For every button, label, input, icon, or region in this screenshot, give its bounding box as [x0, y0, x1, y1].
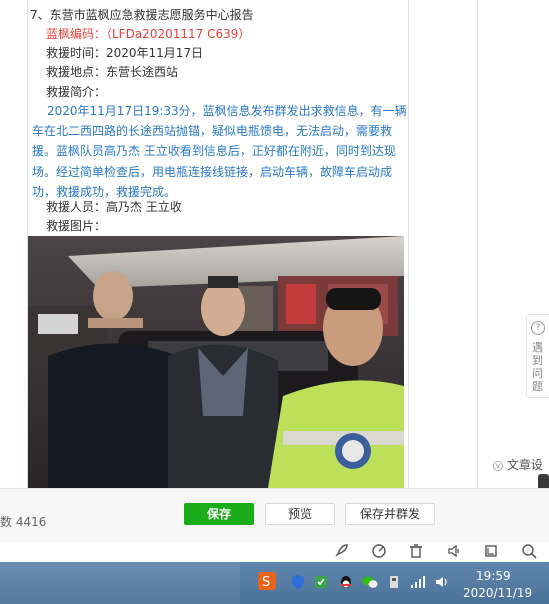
- report-code: 蓝枫编码：（LFDa20201117 C639）: [46, 27, 251, 41]
- feedback-label: 遇到问题: [532, 341, 543, 393]
- network-signal-icon[interactable]: [410, 574, 426, 590]
- intro-line: 车在北二西四路的长途西站抛锚，疑似电瓶馈电，无法启动，需要救: [32, 124, 393, 139]
- word-count: 数 4416: [0, 515, 47, 529]
- taskbar-left-area: [0, 562, 240, 604]
- clock-time[interactable]: 19:59: [476, 569, 511, 583]
- search-icon[interactable]: [520, 542, 538, 560]
- text-settings-toggle[interactable]: v 文章设: [493, 454, 543, 476]
- intro-line: 场。经过简单检查后，用电瓶连接线链接，启动车辆，故障车启动成: [32, 164, 393, 179]
- wechat-icon[interactable]: [362, 574, 378, 590]
- rescue-place: 救援地点：东营长途西站: [46, 65, 179, 79]
- rescue-intro-text: 2020年11月17日19:33分，蓝枫信息发布群发出求救信息，有一辆 车在北二…: [32, 101, 408, 202]
- save-and-send-button[interactable]: 保存并群发: [345, 503, 435, 525]
- editor-footer: 数 4416 保存 预览 保存并群发: [0, 488, 549, 542]
- intro-line: 援。蓝枫队员高乃杰 王立收看到信息后，正好都在附近，同时到达现: [32, 144, 396, 159]
- clock-date[interactable]: 2020/11/19: [463, 586, 532, 600]
- shield-icon[interactable]: [290, 574, 306, 590]
- speaker-icon[interactable]: [445, 542, 463, 560]
- volume-icon[interactable]: [434, 574, 450, 590]
- feedback-tab[interactable]: ? 遇到问题: [526, 314, 549, 398]
- rocket-icon[interactable]: [332, 542, 350, 560]
- taskbar: S 19:59 2020/11/19: [0, 562, 549, 604]
- intro-line: 2020年11月17日19:33分，蓝枫信息发布群发出求救信息，有一辆: [47, 104, 407, 118]
- rescue-photo-image: [28, 236, 404, 488]
- rescue-personnel: 救援人员：高乃杰 王立收: [46, 200, 182, 214]
- qq-icon[interactable]: [338, 574, 354, 590]
- chevron-down-icon: v: [493, 460, 503, 471]
- report-heading: 7、东营市蓝枫应急救援志愿服务中心报告: [30, 8, 254, 22]
- trash-icon[interactable]: [407, 542, 425, 560]
- rescue-image-label: 救援图片：: [46, 219, 107, 233]
- question-icon: ?: [531, 321, 545, 335]
- save-button[interactable]: 保存: [184, 503, 254, 525]
- rescue-time: 救援时间：2020年11月17日: [46, 46, 204, 60]
- svg-text:S: S: [262, 575, 270, 590]
- right-panel-divider: [477, 0, 478, 488]
- rescue-photo[interactable]: [28, 236, 404, 488]
- usb-device-icon[interactable]: [386, 574, 402, 590]
- preview-button[interactable]: 预览: [265, 503, 335, 525]
- app-window: 7、东营市蓝枫应急救援志愿服务中心报告 蓝枫编码：（LFDa20201117 C…: [0, 0, 549, 604]
- sogou-input-icon[interactable]: S: [258, 572, 276, 590]
- window-icon[interactable]: [482, 542, 500, 560]
- rescue-intro-label: 救援简介：: [46, 85, 107, 99]
- text-settings-label: 文章设: [506, 458, 543, 472]
- security-check-icon[interactable]: [314, 574, 330, 590]
- gauge-icon[interactable]: [370, 542, 388, 560]
- bottom-toolbar: [0, 542, 549, 562]
- article-editor[interactable]: 7、东营市蓝枫应急救援志愿服务中心报告 蓝枫编码：（LFDa20201117 C…: [27, 0, 409, 488]
